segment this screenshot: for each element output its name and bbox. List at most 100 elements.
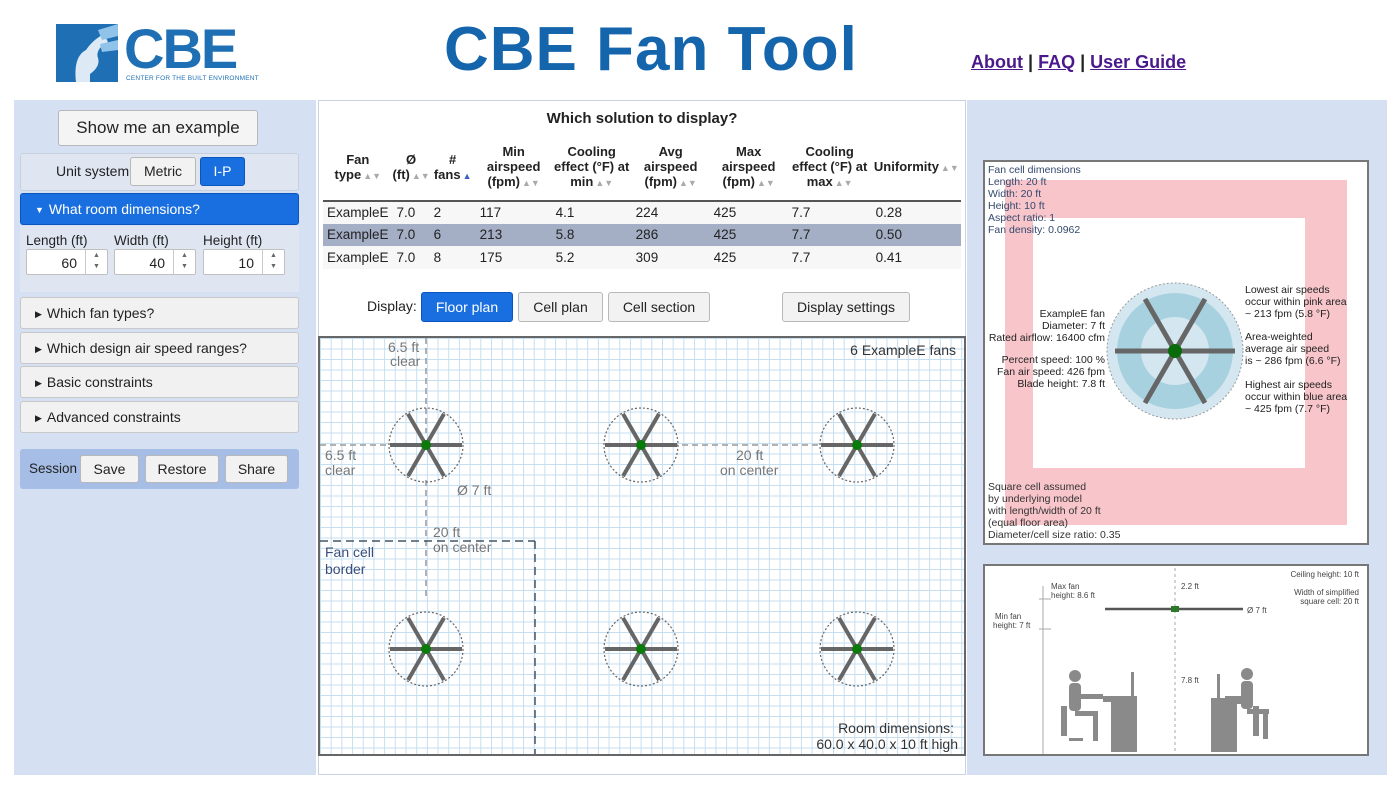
col-max-airspeed[interactable]: Max airspeed (fpm) ▲▼: [709, 137, 788, 202]
cell-dims-title: Fan cell dimensions: [988, 164, 1081, 176]
col-uniformity[interactable]: Uniformity ▲▼: [871, 137, 961, 202]
spinner-arrows-icon[interactable]: ▲ ▼: [173, 250, 195, 274]
oc-horizontal-value: 20 ft: [736, 447, 764, 463]
col-diameter[interactable]: Ø (ft) ▲▼: [392, 137, 430, 202]
faq-link[interactable]: FAQ: [1038, 52, 1075, 72]
advanced-constraints-accordion[interactable]: ▶ Advanced constraints: [20, 401, 299, 433]
solutions-table: Fan type ▲▼ Ø (ft) ▲▼ # fans ▲ Min airspeed…: [323, 137, 961, 269]
table-row[interactable]: ExampleE 7.0 8 175 5.2 309 425 7.7 0.41: [323, 246, 961, 269]
blade-height-label: 7.8 ft: [1181, 676, 1199, 685]
col-min-airspeed[interactable]: Min airspeed (fpm) ▲▼: [475, 137, 552, 202]
clear-top-text: clear: [390, 353, 421, 369]
sort-icon: ▲▼: [834, 178, 853, 188]
caret-right-icon: ▶: [35, 378, 42, 388]
cell-section-button[interactable]: Cell section: [608, 292, 710, 322]
col-fan-type[interactable]: Fan type ▲▼: [323, 137, 393, 202]
highest-label-2: occur within blue area: [1245, 391, 1348, 403]
show-example-button[interactable]: Show me an example: [58, 110, 258, 146]
cell-border-label: Fan cell: [325, 544, 375, 560]
cell-border-label-2: border: [325, 561, 366, 577]
table-row[interactable]: ExampleE 7.0 2 117 4.1 224 425 7.7 0.28: [323, 201, 961, 224]
fan-icon: [603, 611, 679, 687]
user-guide-link[interactable]: User Guide: [1090, 52, 1186, 72]
width-input[interactable]: 40 ▲ ▼: [114, 249, 196, 275]
air-speed-accordion[interactable]: ▶ Which design air speed ranges?: [20, 332, 299, 364]
caret-right-icon: ▶: [35, 344, 42, 354]
fan-blade-height: Blade height: 7.8 ft: [1017, 378, 1105, 390]
col-num-fans[interactable]: # fans ▲: [429, 137, 476, 202]
col-avg-airspeed[interactable]: Avg airspeed (fpm) ▲▼: [631, 137, 710, 202]
lowest-label-1: Lowest air speeds: [1245, 284, 1330, 296]
diameter-ratio: Diameter/cell size ratio: 0.35: [988, 529, 1121, 541]
square-note-1: Square cell assumed: [988, 481, 1087, 493]
basic-constraints-accordion[interactable]: ▶ Basic constraints: [20, 366, 299, 398]
table-row-selected[interactable]: ExampleE 7.0 6 213 5.8 286 425 7.7 0.50: [323, 223, 961, 246]
about-link[interactable]: About: [971, 52, 1023, 72]
cell-plan-button[interactable]: Cell plan: [518, 292, 603, 322]
room-dims-label: Room dimensions:: [838, 720, 954, 736]
avg-label-2: average air speed: [1245, 343, 1330, 355]
cell-width: Width: 20 ft: [988, 188, 1042, 200]
oc-horizontal-text: on center: [720, 462, 779, 478]
accordion-label: What room dimensions?: [48, 201, 200, 217]
min-fan-label-1: Min fan: [995, 612, 1022, 621]
fan-name: ExampleE fan: [1039, 308, 1105, 320]
ip-button[interactable]: I-P: [200, 157, 245, 186]
height-input[interactable]: 10 ▲ ▼: [203, 249, 285, 275]
floor-plan-drawing: [320, 338, 895, 754]
room-dims-value: 60.0 x 40.0 x 10 ft high: [816, 736, 958, 752]
fan-percent-speed: Percent speed: 100 %: [1001, 354, 1105, 366]
display-settings-button[interactable]: Display settings: [782, 292, 910, 322]
fan-diameter: Diameter: 7 ft: [1041, 320, 1105, 332]
cell-section-card: Ceiling height: 10 ft Width of simplifie…: [983, 564, 1369, 756]
min-fan-label-2: height: 7 ft: [993, 621, 1031, 630]
app-title: CBE Fan Tool: [444, 15, 858, 84]
cell-plan-card: Fan cell dimensions Length: 20 ft Width:…: [983, 160, 1369, 545]
logo-face-icon: [56, 24, 118, 82]
sort-icon: ▲▼: [679, 178, 697, 188]
session-label: Session: [29, 461, 78, 476]
col-cooling-max[interactable]: Cooling effect (°F) at max ▲▼: [787, 137, 872, 202]
save-button[interactable]: Save: [80, 455, 139, 483]
link-separator: |: [1080, 52, 1086, 72]
share-button[interactable]: Share: [225, 455, 288, 483]
top-links: About | FAQ | User Guide: [971, 52, 1186, 73]
fan-icon: [819, 611, 895, 687]
clear-left-value: 6.5 ft: [325, 447, 357, 463]
spinner-arrows-icon[interactable]: ▲ ▼: [85, 250, 107, 274]
seated-person-right-icon: [1211, 668, 1269, 752]
cell-height: Height: 10 ft: [988, 200, 1045, 212]
diameter-label: Ø 7 ft: [457, 482, 492, 498]
width-label: Width (ft): [114, 233, 169, 248]
link-separator: |: [1028, 52, 1034, 72]
metric-button[interactable]: Metric: [130, 157, 196, 186]
sort-icon: ▲▼: [522, 178, 540, 188]
room-dimensions-accordion[interactable]: ▼ What room dimensions?: [20, 193, 299, 225]
floor-plan: 6 ExampleE fans 6.5 ft clear 6.5 ft clea…: [318, 336, 966, 756]
sort-asc-icon: ▲: [462, 170, 472, 181]
oc-vertical-value: 20 ft: [433, 524, 461, 540]
cell-width-label-2: square cell: 20 ft: [1300, 597, 1359, 606]
restore-button[interactable]: Restore: [145, 455, 219, 483]
highest-label-3: ~ 425 fpm (7.7 °F): [1245, 403, 1331, 415]
square-note-3: with length/width of 20 ft: [988, 505, 1101, 517]
seated-person-left-icon: [1061, 670, 1137, 752]
max-fan-label-1: Max fan: [1051, 582, 1080, 591]
spinner-arrows-icon[interactable]: ▲ ▼: [262, 250, 284, 274]
oc-vertical-text: on center: [433, 539, 492, 555]
ceiling-height-label: Ceiling height: 10 ft: [1290, 570, 1360, 579]
fan-icon: [819, 407, 895, 483]
sort-icon: ▲▼: [363, 170, 382, 181]
length-label: Length (ft): [26, 233, 88, 248]
section-diameter-label: Ø 7 ft: [1247, 606, 1267, 615]
cbe-logo: CBE CENTER FOR THE BUILT ENVIRONMENT: [56, 17, 259, 86]
square-note-2: by underlying model: [988, 493, 1082, 505]
length-input[interactable]: 60 ▲ ▼: [26, 249, 108, 275]
col-cooling-min[interactable]: Cooling effect (°F) at min ▲▼: [551, 137, 632, 202]
floor-plan-button[interactable]: Floor plan: [421, 292, 513, 322]
caret-right-icon: ▶: [35, 413, 42, 423]
logo-text: CBE: [124, 17, 238, 80]
fan-types-accordion[interactable]: ▶ Which fan types?: [20, 297, 299, 329]
avg-label-1: Area-weighted: [1245, 331, 1313, 343]
unit-system-label: Unit system: [56, 163, 130, 179]
